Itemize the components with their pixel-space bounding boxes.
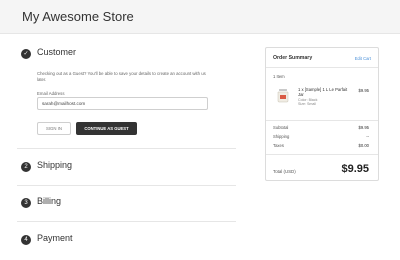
shipping-value: -- xyxy=(366,134,369,139)
continue-as-guest-button[interactable]: CONTINUE AS GUEST xyxy=(76,122,137,135)
shipping-label: Shipping xyxy=(273,134,290,139)
summary-divider xyxy=(266,120,378,121)
guest-checkout-note: Checking out as a Guest? You'll be able … xyxy=(37,71,206,82)
total-label: Total (USD) xyxy=(273,169,296,174)
item-name: 1 x [Sample] 1 L Le Parfait Jar xyxy=(298,87,348,97)
taxes-value: $0.00 xyxy=(358,143,369,148)
subtotal-value: $9.95 xyxy=(358,125,369,130)
store-header: My Awesome Store xyxy=(0,0,400,34)
email-label: Email Address xyxy=(37,91,65,96)
total-value: $9.95 xyxy=(341,163,369,175)
sign-in-button[interactable]: SIGN IN xyxy=(37,122,71,135)
summary-divider xyxy=(266,67,378,68)
edit-cart-link[interactable]: Edit Cart xyxy=(355,56,371,61)
step-number-badge: 3 xyxy=(21,198,31,208)
item-count: 1 Item xyxy=(273,74,285,79)
item-options: Color: Black Size: Small xyxy=(298,98,317,107)
step-shipping-title: Shipping xyxy=(37,160,73,170)
step-number-badge: 4 xyxy=(21,235,31,245)
step-customer-title: Customer xyxy=(37,47,77,57)
step-divider xyxy=(17,148,236,149)
step-number-badge: 2 xyxy=(21,162,31,172)
taxes-label: Taxes xyxy=(273,143,284,148)
item-price: $9.95 xyxy=(358,88,369,93)
email-field[interactable]: sarah@mailhost.com xyxy=(37,97,208,110)
order-summary-title: Order Summary xyxy=(273,55,313,61)
store-title: My Awesome Store xyxy=(22,9,134,24)
item-option-size: Size: Small xyxy=(298,102,316,107)
step-divider xyxy=(17,221,236,222)
step-payment-title: Payment xyxy=(37,233,73,243)
step-divider xyxy=(17,185,236,186)
summary-divider xyxy=(266,154,378,155)
step-billing-title: Billing xyxy=(37,196,62,206)
order-summary: Order Summary Edit Cart 1 Item 1 x [Samp… xyxy=(265,47,379,181)
check-icon: ✓ xyxy=(21,49,31,59)
jar-thumbnail xyxy=(277,89,289,103)
subtotal-label: Subtotal xyxy=(273,125,289,130)
